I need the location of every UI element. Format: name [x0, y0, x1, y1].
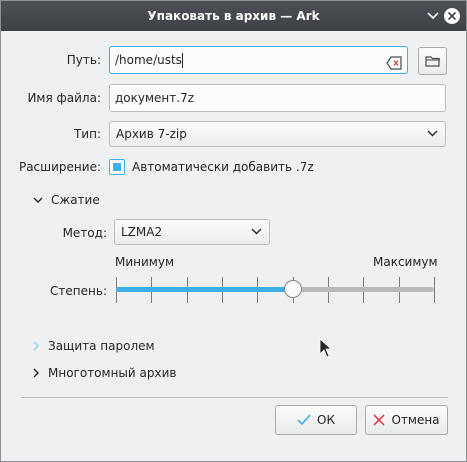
type-label: Тип: [73, 127, 101, 141]
cancel-button[interactable]: Отмена [365, 405, 448, 435]
close-icon [447, 11, 457, 21]
path-value: /home/usts [115, 53, 182, 67]
filename-value: документ.7z [115, 91, 195, 105]
auto-extension-checkbox[interactable] [109, 159, 125, 175]
button-separator [21, 397, 448, 398]
chevron-down-icon [33, 197, 43, 203]
method-combobox[interactable]: LZMA2 [114, 219, 270, 245]
chevron-right-icon [33, 368, 39, 378]
clear-icon[interactable] [386, 53, 402, 79]
multivolume-section-label: Многотомный архив [48, 366, 177, 380]
level-max-label: Максимум [373, 255, 438, 269]
type-value: Архив 7-zip [116, 127, 187, 141]
dialog-window: Упаковать в архив — Ark Путь: /home/usts [0, 0, 467, 462]
chevron-down-icon [251, 228, 262, 235]
compression-header: Сжатие [51, 193, 100, 207]
level-label: Степень: [50, 284, 107, 298]
type-combobox[interactable]: Архив 7-zip [109, 121, 446, 147]
filename-label: Имя файла: [27, 91, 101, 105]
level-min-label: Минимум [115, 255, 175, 269]
password-section-toggle[interactable]: Защита паролем [33, 339, 155, 353]
level-slider-fill [116, 287, 293, 292]
password-section-label: Защита паролем [48, 339, 155, 353]
chevron-down-icon [427, 130, 438, 137]
auto-extension-checkbox-label[interactable]: Автоматически добавить .7z [132, 160, 314, 174]
level-slider[interactable] [116, 287, 434, 292]
method-label: Метод: [62, 226, 107, 240]
close-button[interactable] [444, 8, 460, 24]
ok-button-label: ОК [317, 413, 335, 427]
multivolume-section-toggle[interactable]: Многотомный архив [33, 366, 176, 380]
level-slider-tick [434, 277, 435, 303]
chevron-down-icon [427, 12, 439, 20]
mouse-cursor-icon [319, 338, 333, 358]
ok-button[interactable]: ОК [275, 405, 357, 435]
title-bar[interactable]: Упаковать в архив — Ark [1, 1, 466, 31]
minimize-button[interactable] [425, 8, 441, 24]
checkmark-icon [297, 414, 311, 426]
path-label: Путь: [66, 53, 101, 67]
cancel-icon [373, 414, 386, 426]
chevron-right-icon [33, 341, 39, 351]
level-slider-handle[interactable] [284, 280, 302, 298]
folder-open-icon [424, 56, 440, 67]
extension-label: Расширение: [18, 160, 101, 174]
window-title: Упаковать в архив — Ark [147, 9, 320, 23]
method-value: LZMA2 [121, 225, 163, 239]
compression-section-toggle[interactable]: Сжатие [33, 193, 100, 207]
cancel-button-label: Отмена [391, 413, 440, 427]
browse-folder-button[interactable] [418, 47, 447, 75]
filename-input[interactable]: документ.7z [109, 84, 446, 112]
path-input[interactable]: /home/usts [109, 46, 408, 74]
